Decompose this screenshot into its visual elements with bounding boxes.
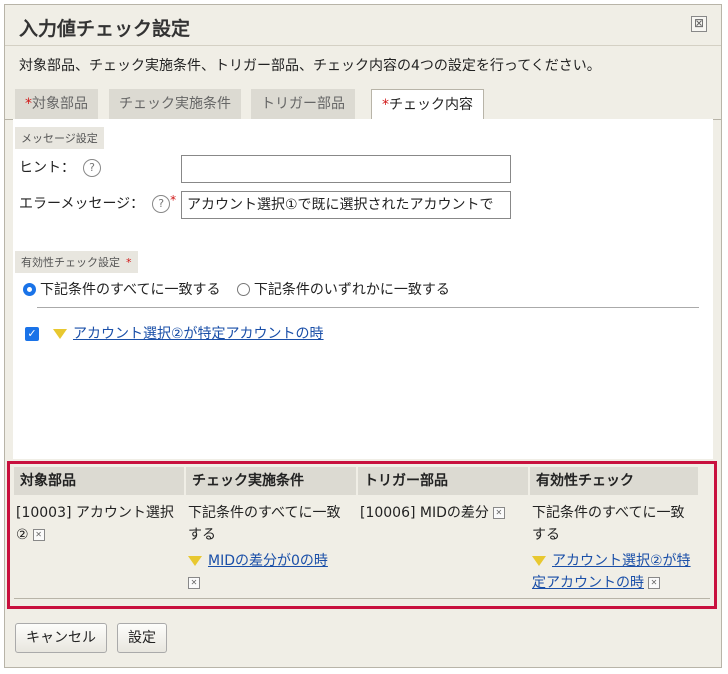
summary-divider [14, 598, 710, 599]
error-message-input[interactable]: アカウント選択①で既に選択されたアカウントで [181, 191, 511, 219]
remove-icon[interactable]: ✕ [492, 507, 505, 519]
check-content-panel: メッセージ設定 ヒント：? エラーメッセージ：? * アカウント選択①で既に選択さ… [13, 119, 713, 459]
required-mark: * [25, 96, 32, 112]
condition-row: ✓ アカウント選択②が特定アカウントの時 [25, 323, 324, 343]
filter-icon [53, 329, 67, 339]
validity-settings-label: 有効性チェック設定 * [15, 251, 138, 273]
summary-condition-link[interactable]: MIDの差分が0の時 [208, 553, 328, 569]
error-message-label: エラーメッセージ： [19, 196, 145, 212]
summary-header-trigger: トリガー部品 [358, 467, 528, 495]
divider [37, 307, 699, 308]
summary-target-cell: [10003] アカウント選択② ✕ [16, 502, 184, 546]
required-mark: * [126, 256, 132, 269]
cancel-button[interactable]: キャンセル [15, 623, 107, 653]
help-icon[interactable]: ? [83, 159, 101, 177]
summary-validity-cell: 下記条件のすべてに一致する アカウント選択②が特定アカウントの時 ✕ [532, 502, 698, 594]
summary-validity-link[interactable]: アカウント選択②が特定アカウントの時 [532, 553, 691, 591]
dialog-description: 対象部品、チェック実施条件、トリガー部品、チェック内容の4つの設定を行ってくださ… [19, 58, 601, 74]
summary-header-condition: チェック実施条件 [186, 467, 356, 495]
remove-icon[interactable]: ✕ [188, 577, 200, 589]
set-button[interactable]: 設定 [117, 623, 167, 653]
radio-any-label: 下記条件のいずれかに一致する [253, 282, 450, 298]
match-mode-radio-group: 下記条件のすべてに一致する 下記条件のいずれかに一致する [23, 279, 462, 299]
tab-label: 対象部品 [32, 96, 88, 112]
filter-icon [188, 556, 202, 566]
hint-label: ヒント： [19, 160, 75, 176]
dialog-title: 入力値チェック設定 [19, 18, 191, 40]
validity-settings-text: 有効性チェック設定 [21, 256, 120, 269]
summary-header-validity: 有効性チェック [530, 467, 698, 495]
tab-target-part[interactable]: *対象部品 [15, 89, 98, 119]
input-check-settings-dialog: 入力値チェック設定 ⊠ 対象部品、チェック実施条件、トリガー部品、チェック内容の… [4, 4, 722, 668]
tab-label: トリガー部品 [261, 96, 345, 112]
tab-label: チェック内容 [389, 97, 473, 113]
remove-icon[interactable]: ✕ [32, 529, 45, 541]
help-icon[interactable]: ? [152, 195, 171, 213]
message-settings-label: メッセージ設定 [15, 127, 104, 149]
condition-checkbox[interactable]: ✓ [25, 327, 39, 341]
summary-header-target: 対象部品 [14, 467, 184, 495]
filter-icon [532, 556, 546, 566]
settings-summary-table: 対象部品 チェック実施条件 トリガー部品 有効性チェック [10003] アカウ… [7, 461, 717, 609]
radio-all-label: 下記条件のすべてに一致する [40, 282, 221, 298]
summary-trigger-cell: [10006] MIDの差分 ✕ [360, 502, 526, 524]
summary-trigger-text: [10006] MIDの差分 [360, 505, 489, 521]
condition-link[interactable]: アカウント選択②が特定アカウントの時 [73, 326, 324, 342]
radio-all-conditions[interactable] [23, 282, 36, 296]
required-mark: * [170, 193, 177, 207]
tab-check-condition[interactable]: チェック実施条件 [109, 89, 241, 119]
remove-icon[interactable]: ✕ [648, 577, 660, 589]
summary-validity-text: 下記条件のすべてに一致する [532, 505, 685, 543]
close-icon[interactable]: ⊠ [691, 16, 707, 32]
required-mark: * [382, 97, 389, 113]
hint-input[interactable] [181, 155, 511, 183]
radio-any-condition[interactable] [236, 282, 250, 296]
tab-label: チェック実施条件 [119, 96, 231, 112]
tab-trigger-part[interactable]: トリガー部品 [251, 89, 355, 119]
summary-condition-cell: 下記条件のすべてに一致する MIDの差分が0の時 ✕ [188, 502, 354, 594]
hint-label-row: ヒント：? [19, 157, 101, 177]
tab-check-content[interactable]: *チェック内容 [371, 89, 484, 120]
error-label-row: エラーメッセージ：? * [19, 193, 176, 213]
summary-condition-text: 下記条件のすべてに一致する [188, 505, 341, 543]
tab-bar: *対象部品 チェック実施条件 トリガー部品 *チェック内容 [5, 85, 721, 120]
dialog-titlebar: 入力値チェック設定 ⊠ [5, 5, 721, 46]
